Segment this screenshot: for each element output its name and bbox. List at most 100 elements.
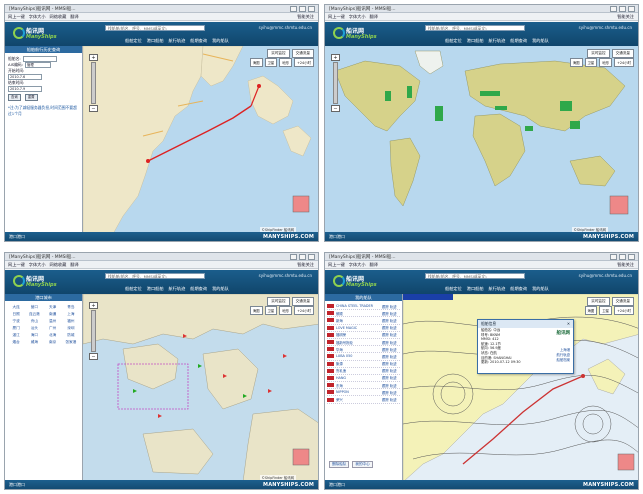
zoom-out-icon[interactable]: − bbox=[331, 105, 340, 112]
ship-name[interactable]: 福新号拖轮 bbox=[336, 340, 380, 345]
site-logo[interactable]: 船讯网 ManyShips bbox=[333, 26, 377, 42]
nav-item[interactable]: 我的船队 bbox=[212, 38, 229, 44]
close-icon[interactable] bbox=[308, 5, 315, 12]
footer-link[interactable]: 港口港口 bbox=[5, 234, 25, 240]
nav-item[interactable]: 船舶定位 bbox=[125, 286, 142, 292]
map-view[interactable]: 船舶信息 ✕ 船舶名: 中远 呼号: BKNM MMSI: 412 航速: 12.… bbox=[403, 294, 638, 482]
ship-name[interactable]: 荣兴 bbox=[336, 397, 380, 402]
map-view[interactable]: + − 实时监控 交通流量 海图 卫星 地形 +24小时 ©ShipFinder … bbox=[83, 46, 318, 234]
port-link[interactable]: 南通 bbox=[45, 312, 61, 317]
ship-actions[interactable]: 跟踪 轨迹 bbox=[382, 311, 397, 316]
map-type-satellite[interactable]: 卫星 bbox=[584, 58, 598, 67]
realtime-button[interactable]: 实时监控 bbox=[267, 297, 290, 306]
map-time-filter[interactable]: +24小时 bbox=[614, 306, 634, 315]
close-icon[interactable] bbox=[628, 5, 635, 12]
port-link[interactable]: 大连 bbox=[8, 305, 24, 310]
minimize-icon[interactable] bbox=[610, 253, 617, 260]
ship-actions[interactable]: 跟踪 轨迹 bbox=[382, 397, 397, 402]
my-center-button[interactable]: 我的中心 bbox=[352, 461, 373, 468]
maximize-icon[interactable] bbox=[619, 5, 626, 12]
site-logo[interactable]: 船讯网 ManyShips bbox=[333, 274, 377, 290]
nav-item[interactable]: 航行轨迹 bbox=[489, 286, 506, 292]
ship-actions[interactable]: 跟踪 轨迹 bbox=[382, 340, 397, 345]
map-type-chart[interactable]: 海图 bbox=[584, 306, 598, 315]
ship-actions[interactable]: 跟踪 轨迹 bbox=[382, 304, 397, 309]
ship-actions[interactable]: 跟踪 轨迹 bbox=[382, 390, 397, 395]
ship-search-input[interactable]: 找船舶(船名、呼号、MMSI或英文) bbox=[425, 25, 525, 31]
ship-name[interactable]: CHINA STEEL TRADER bbox=[336, 304, 380, 308]
menu-item[interactable]: 字体大小 bbox=[349, 14, 366, 20]
port-link[interactable]: 湛江 bbox=[8, 333, 24, 338]
ship-name[interactable]: 华海 bbox=[336, 347, 380, 352]
reset-button[interactable]: 重置 bbox=[24, 94, 38, 101]
nav-item[interactable]: 我的船队 bbox=[532, 38, 549, 44]
port-link[interactable]: 威海 bbox=[26, 340, 42, 345]
minimize-icon[interactable] bbox=[290, 253, 297, 260]
traffic-button[interactable]: 交通流量 bbox=[611, 297, 634, 306]
ship-name[interactable]: 聚源 bbox=[336, 361, 380, 366]
menu-item[interactable]: 网上一键 bbox=[8, 262, 25, 268]
port-link[interactable]: 天津 bbox=[45, 305, 61, 310]
nav-item[interactable]: 航行轨迹 bbox=[169, 38, 186, 44]
end-date-input[interactable]: 2010.7.9 bbox=[8, 86, 42, 92]
zoom-control[interactable]: + − bbox=[331, 54, 340, 112]
user-email[interactable]: syihu@mmc.shmtu.edu.cn bbox=[259, 273, 312, 278]
port-link[interactable]: 青岛 bbox=[63, 305, 79, 310]
fleet-item[interactable]: 荣兴 跟踪 轨迹 bbox=[327, 396, 400, 404]
ship-actions[interactable]: 跟踪 轨迹 bbox=[382, 383, 397, 388]
fleet-item[interactable]: 华海 跟踪 轨迹 bbox=[327, 346, 400, 354]
map-view[interactable]: + − 实时监控 交通流量 海图 卫星 地形 +24小时 ©ShipFinder … bbox=[83, 294, 318, 482]
port-link[interactable]: 日照 bbox=[8, 312, 24, 317]
realtime-button[interactable]: 实时监控 bbox=[587, 297, 610, 306]
nav-item[interactable]: 船期查询 bbox=[510, 38, 527, 44]
port-link[interactable]: 海口 bbox=[26, 333, 42, 338]
ship-actions[interactable]: 跟踪 轨迹 bbox=[382, 332, 397, 337]
nav-item[interactable]: 港口船舶 bbox=[467, 286, 484, 292]
map-time-filter[interactable]: +24小时 bbox=[614, 58, 634, 67]
nav-item[interactable]: 港口船舶 bbox=[147, 286, 164, 292]
nav-item[interactable]: 航行轨迹 bbox=[169, 286, 186, 292]
fleet-item[interactable]: 福新号拖轮 跟踪 轨迹 bbox=[327, 339, 400, 347]
ais-input[interactable]: 管理 bbox=[25, 62, 52, 68]
ship-actions[interactable]: 跟踪 轨迹 bbox=[382, 347, 397, 352]
nav-item[interactable]: 航行轨迹 bbox=[489, 38, 506, 44]
ship-name[interactable]: 鲁乳渔 bbox=[336, 368, 380, 373]
ship-name[interactable]: 东海 bbox=[336, 383, 380, 388]
fleet-item[interactable]: LOVE MAGIC 跟踪 轨迹 bbox=[327, 325, 400, 332]
footer-link[interactable]: 港口港口 bbox=[325, 234, 345, 240]
footer-link[interactable]: 港口港口 bbox=[5, 482, 25, 488]
close-icon[interactable]: ✕ bbox=[567, 321, 570, 327]
port-link[interactable]: 南京 bbox=[45, 340, 61, 345]
nav-item[interactable]: 船舶定位 bbox=[445, 286, 462, 292]
fleet-item[interactable]: HANG 跟踪 轨迹 bbox=[327, 375, 400, 383]
close-icon[interactable] bbox=[308, 253, 315, 260]
nav-item[interactable]: 港口船舶 bbox=[467, 38, 484, 44]
map-type-terrain[interactable]: 地形 bbox=[279, 58, 293, 67]
ship-name[interactable]: 新海 bbox=[336, 318, 380, 323]
map-canvas[interactable] bbox=[83, 294, 318, 482]
zoom-out-icon[interactable]: − bbox=[89, 353, 98, 360]
port-link[interactable]: 营口 bbox=[26, 305, 42, 310]
menu-item[interactable]: 翻译 bbox=[70, 262, 78, 268]
fleet-item[interactable]: 鲁乳渔 跟踪 轨迹 bbox=[327, 368, 400, 375]
fleet-item[interactable]: 聚源 跟踪 轨迹 bbox=[327, 361, 400, 368]
close-icon[interactable] bbox=[628, 253, 635, 260]
port-link[interactable]: 北海 bbox=[45, 333, 61, 338]
site-logo[interactable]: 船讯网 ManyShips bbox=[13, 26, 57, 42]
menu-item[interactable]: 网上一键 bbox=[8, 14, 25, 20]
ship-search-input[interactable]: 找船舶(船名、呼号、MMSI或英文) bbox=[105, 25, 205, 31]
ship-name[interactable]: 福明荣 bbox=[336, 332, 380, 337]
nav-item[interactable]: 我的船队 bbox=[532, 286, 549, 292]
nav-item[interactable]: 船期查询 bbox=[190, 38, 207, 44]
zoom-in-icon[interactable]: + bbox=[89, 54, 98, 61]
nav-item[interactable]: 我的船队 bbox=[212, 286, 229, 292]
nav-item[interactable]: 船期查询 bbox=[190, 286, 207, 292]
fleet-item[interactable]: 朗顺 跟踪 轨迹 bbox=[327, 310, 400, 318]
port-link[interactable]: 厦门 bbox=[8, 326, 24, 331]
menu-item[interactable]: 字体大小 bbox=[349, 262, 366, 268]
map-type-terrain[interactable]: 地形 bbox=[599, 58, 613, 67]
menu-item[interactable]: 网络收藏 bbox=[50, 262, 67, 268]
menu-item[interactable]: 翻译 bbox=[370, 262, 378, 268]
port-link[interactable]: 广州 bbox=[45, 326, 61, 331]
menu-item[interactable]: 智能关注 bbox=[297, 14, 318, 20]
